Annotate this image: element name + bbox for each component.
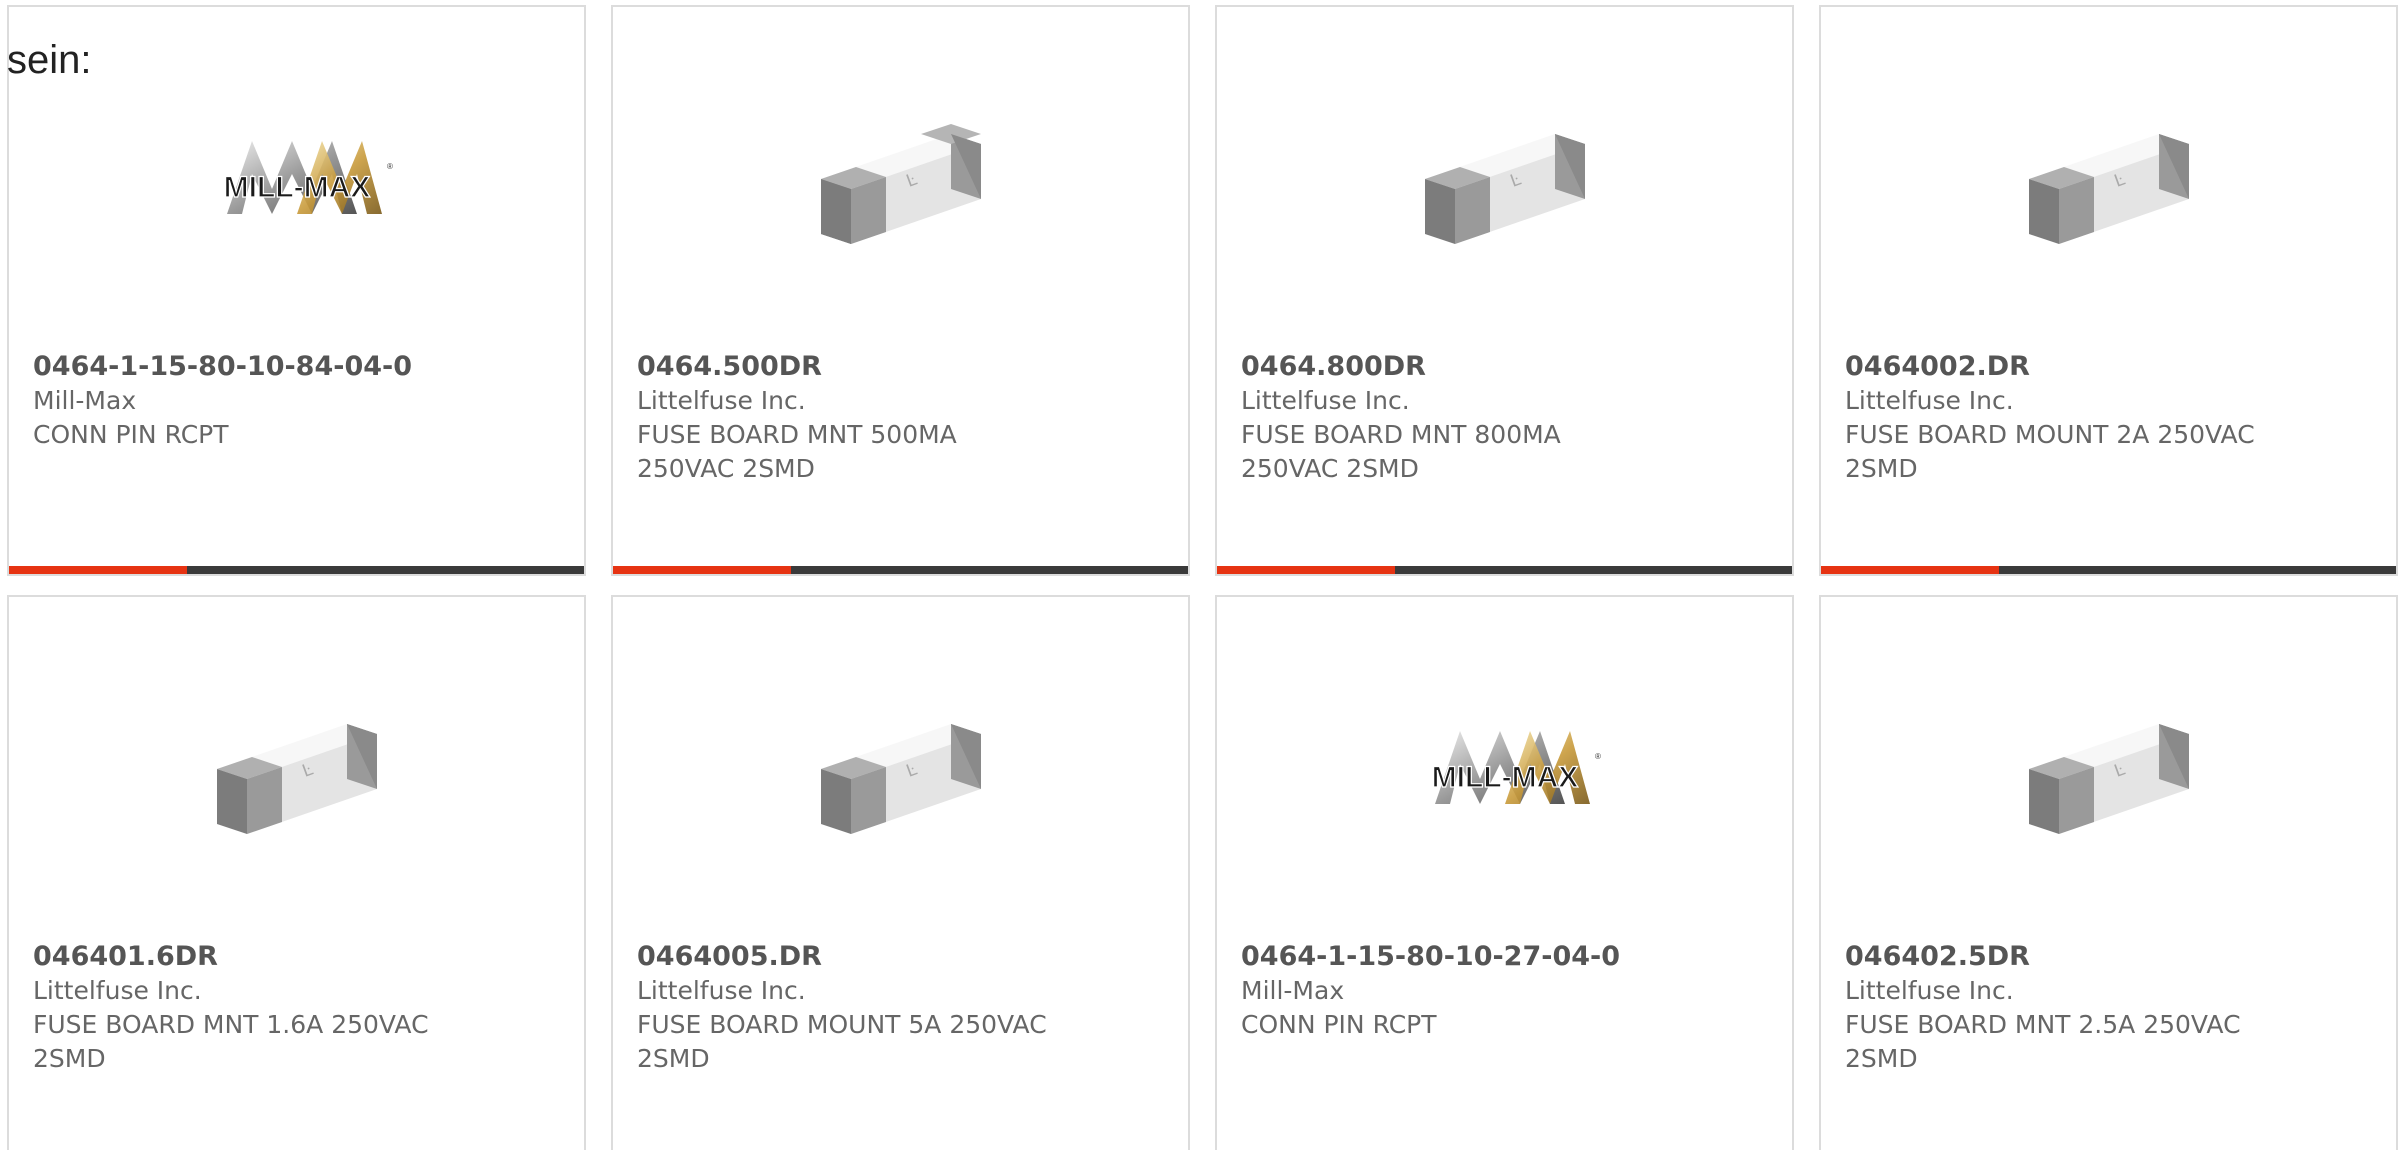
part-number-link[interactable]: 0464-1-15-80-10-27-04-0 xyxy=(1241,940,1768,974)
product-info: 0464.800DR Littelfuse Inc. FUSE BOARD MN… xyxy=(1241,350,1768,486)
product-card[interactable]: Ŀ 0464002.DR Littelfuse Inc. FUSE BOARD … xyxy=(1819,5,2398,576)
part-number-link[interactable]: 0464002.DR xyxy=(1845,350,2372,384)
progress-fill xyxy=(1821,566,2000,574)
svg-text:®: ® xyxy=(387,162,393,171)
product-description: FUSE BOARD MOUNT 2A 250VAC 2SMD xyxy=(1845,420,2255,483)
manufacturer-name: Mill-Max xyxy=(33,386,137,415)
product-info: 046402.5DR Littelfuse Inc. FUSE BOARD MN… xyxy=(1845,940,2372,1076)
mill-max-logo[interactable]: MILL-MAX ® xyxy=(1401,665,1608,872)
progress-bar xyxy=(613,566,1188,574)
product-description: CONN PIN RCPT xyxy=(33,420,229,449)
intro-text: sein: xyxy=(7,38,92,82)
progress-bar xyxy=(1217,566,1792,574)
product-description: FUSE BOARD MNT 1.6A 250VAC 2SMD xyxy=(33,1010,429,1073)
svg-text:®: ® xyxy=(1595,752,1601,761)
product-card[interactable]: Ŀ 0464.800DR Littelfuse Inc. FUSE BOARD … xyxy=(1215,5,1794,576)
part-number-link[interactable]: 0464.800DR xyxy=(1241,350,1768,384)
product-card[interactable]: MILL-MAX ® 0464-1-15-80-10-84-04-0 Mill-… xyxy=(7,5,586,576)
product-card[interactable]: MILL-MAX ® 0464-1-15-80-10-27-04-0 Mill-… xyxy=(1215,595,1794,1150)
product-card[interactable]: Ŀ 046402.5DR Littelfuse Inc. FUSE BOARD … xyxy=(1819,595,2398,1150)
fuse-image[interactable]: Ŀ xyxy=(2005,75,2212,282)
svg-text:MILL-MAX: MILL-MAX xyxy=(1431,761,1578,794)
part-number-link[interactable]: 0464-1-15-80-10-84-04-0 xyxy=(33,350,560,384)
manufacturer-name: Mill-Max xyxy=(1241,976,1345,1005)
product-info: 046401.6DR Littelfuse Inc. FUSE BOARD MN… xyxy=(33,940,560,1076)
manufacturer-name: Littelfuse Inc. xyxy=(33,976,202,1005)
manufacturer-name: Littelfuse Inc. xyxy=(1241,386,1410,415)
product-description: FUSE BOARD MNT 800MA 250VAC 2SMD xyxy=(1241,420,1561,483)
manufacturer-name: Littelfuse Inc. xyxy=(1845,386,2014,415)
manufacturer-name: Littelfuse Inc. xyxy=(637,386,806,415)
manufacturer-name: Littelfuse Inc. xyxy=(637,976,806,1005)
product-description: FUSE BOARD MNT 500MA 250VAC 2SMD xyxy=(637,420,957,483)
part-number-link[interactable]: 046401.6DR xyxy=(33,940,560,974)
fuse-image[interactable]: Ŀ xyxy=(2005,665,2212,872)
fuse-image[interactable]: Ŀ xyxy=(797,75,1004,282)
fuse-image[interactable]: Ŀ xyxy=(1401,75,1608,282)
product-info: 0464002.DR Littelfuse Inc. FUSE BOARD MO… xyxy=(1845,350,2372,486)
part-number-link[interactable]: 046402.5DR xyxy=(1845,940,2372,974)
fuse-image[interactable]: Ŀ xyxy=(193,665,400,872)
progress-fill xyxy=(9,566,188,574)
mill-max-logo[interactable]: MILL-MAX ® xyxy=(193,75,400,282)
manufacturer-name: Littelfuse Inc. xyxy=(1845,976,2014,1005)
product-info: 0464.500DR Littelfuse Inc. FUSE BOARD MN… xyxy=(637,350,1164,486)
part-number-link[interactable]: 0464.500DR xyxy=(637,350,1164,384)
product-description: FUSE BOARD MNT 2.5A 250VAC 2SMD xyxy=(1845,1010,2241,1073)
progress-fill xyxy=(613,566,792,574)
product-info: 0464-1-15-80-10-84-04-0 Mill-Max CONN PI… xyxy=(33,350,560,452)
product-description: CONN PIN RCPT xyxy=(1241,1010,1437,1039)
progress-bar xyxy=(9,566,584,574)
progress-bar xyxy=(1821,566,2396,574)
svg-text:MILL-MAX: MILL-MAX xyxy=(223,171,370,204)
product-info: 0464-1-15-80-10-27-04-0 Mill-Max CONN PI… xyxy=(1241,940,1768,1042)
product-description: FUSE BOARD MOUNT 5A 250VAC 2SMD xyxy=(637,1010,1047,1073)
part-number-link[interactable]: 0464005.DR xyxy=(637,940,1164,974)
progress-fill xyxy=(1217,566,1396,574)
product-card[interactable]: Ŀ 046401.6DR Littelfuse Inc. FUSE BOARD … xyxy=(7,595,586,1150)
fuse-image[interactable]: Ŀ xyxy=(797,665,1004,872)
product-grid: MILL-MAX ® 0464-1-15-80-10-84-04-0 Mill-… xyxy=(7,5,2400,1150)
product-card[interactable]: Ŀ 0464.500DR Littelfuse Inc. FUSE BOARD … xyxy=(611,5,1190,576)
product-card[interactable]: Ŀ 0464005.DR Littelfuse Inc. FUSE BOARD … xyxy=(611,595,1190,1150)
product-info: 0464005.DR Littelfuse Inc. FUSE BOARD MO… xyxy=(637,940,1164,1076)
